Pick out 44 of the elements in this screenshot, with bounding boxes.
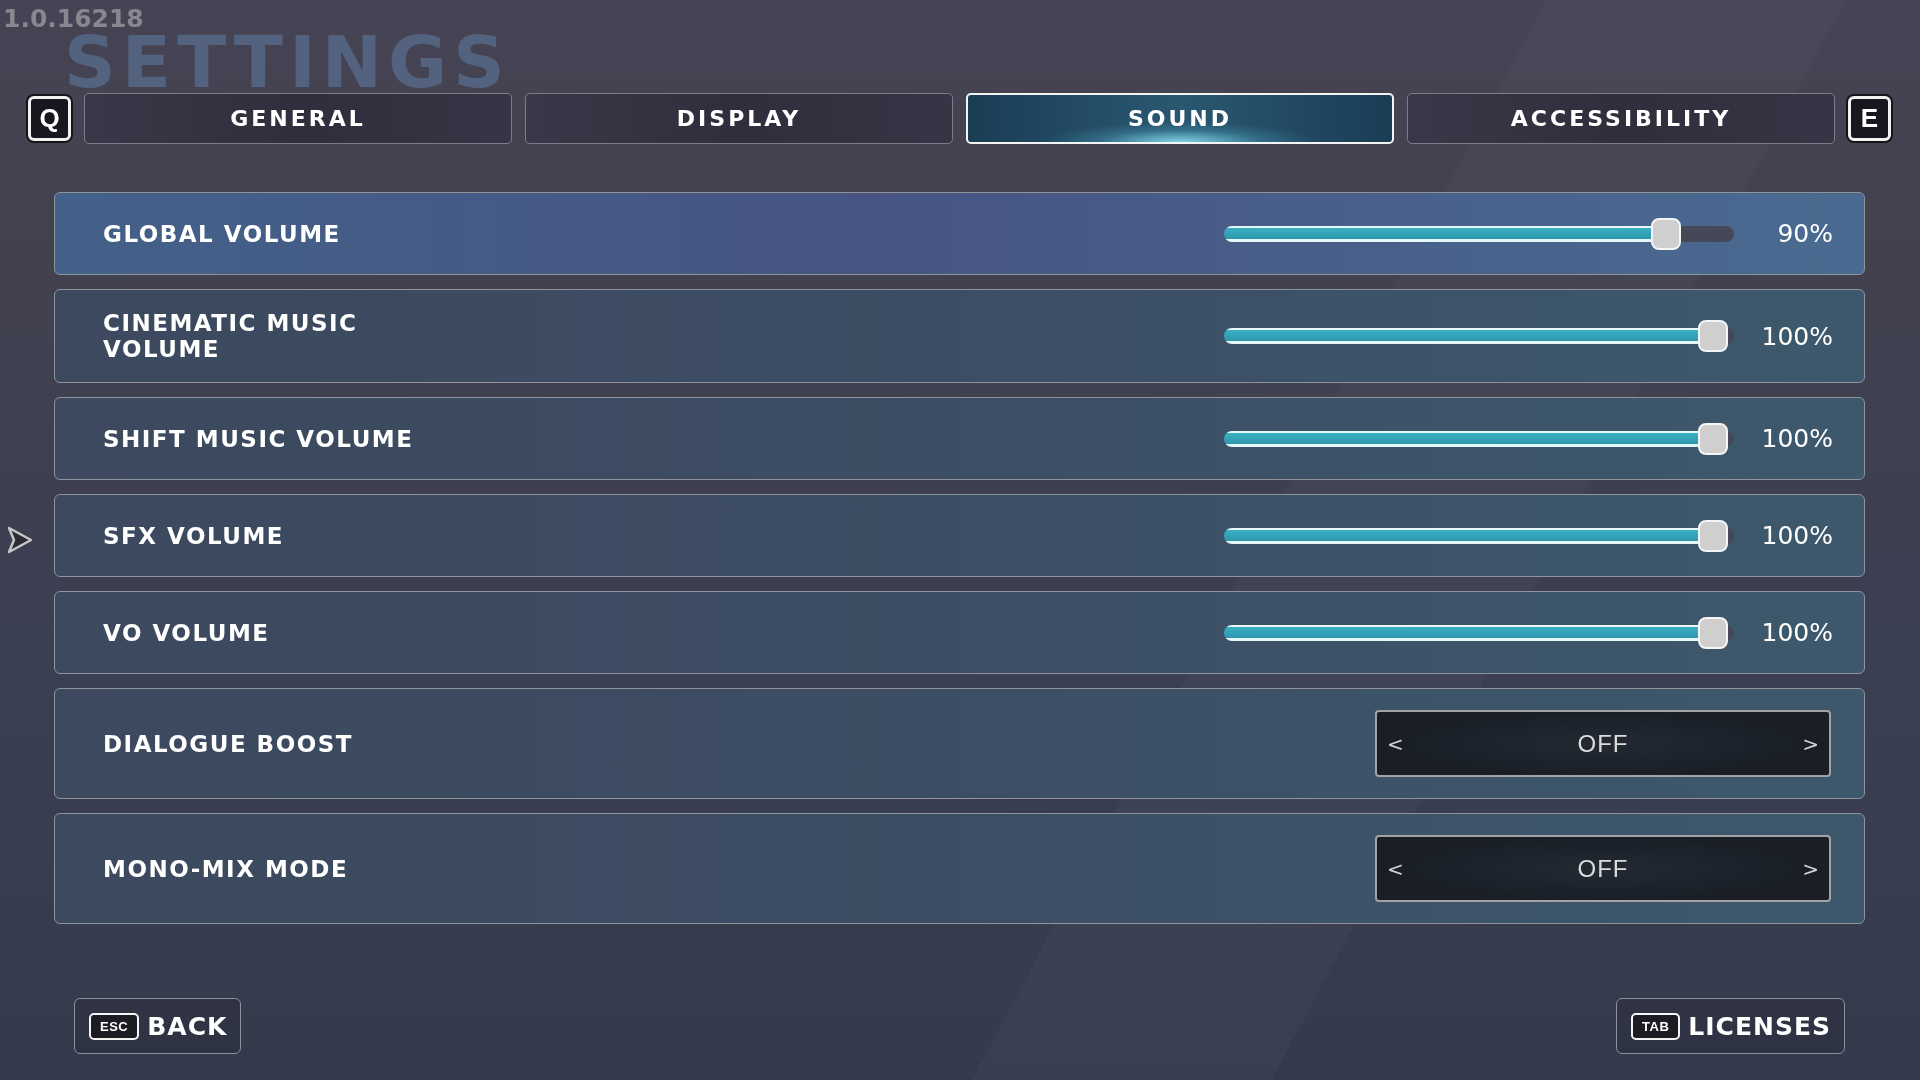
licenses-button[interactable]: TAB LICENSES <box>1616 998 1845 1054</box>
previous-option-button[interactable]: < <box>1387 856 1404 881</box>
setting-label: SHIFT MUSIC VOLUME <box>103 425 415 452</box>
keycap: E <box>1848 96 1891 141</box>
cursor-icon <box>7 526 33 554</box>
tab[interactable]: DISPLAY <box>525 93 953 144</box>
slider-thumb[interactable] <box>1698 519 1728 552</box>
setting-row[interactable]: MONO-MIX MODE < OFF > <box>54 813 1865 924</box>
volume-value: 90% <box>1776 219 1833 248</box>
next-option-button[interactable]: > <box>1802 731 1819 756</box>
volume-value: 100% <box>1760 424 1833 453</box>
keycap: TAB <box>1631 1012 1681 1040</box>
setting-row[interactable]: VO VOLUME 100% <box>54 591 1865 674</box>
volume-value: 100% <box>1760 618 1833 647</box>
option-selector[interactable]: < OFF > <box>1375 835 1831 902</box>
option-value: OFF <box>1577 729 1629 758</box>
setting-row[interactable]: SFX VOLUME 100% <box>54 494 1865 577</box>
setting-label: MONO-MIX MODE <box>103 855 350 882</box>
slider-thumb[interactable] <box>1698 422 1728 455</box>
setting-label: CINEMATIC MUSIC VOLUME <box>103 310 359 362</box>
setting-row[interactable]: GLOBAL VOLUME 90% <box>54 192 1865 275</box>
setting-row[interactable]: DIALOGUE BOOST < OFF > <box>54 688 1865 799</box>
version-number: 1.0.16218 <box>2 3 144 33</box>
tab[interactable]: GENERAL <box>84 93 512 144</box>
keycap: ESC <box>89 1012 140 1040</box>
previous-option-button[interactable]: < <box>1387 731 1404 756</box>
setting-row[interactable]: SHIFT MUSIC VOLUME 100% <box>54 397 1865 480</box>
slider-thumb[interactable] <box>1651 217 1682 250</box>
slider-thumb[interactable] <box>1698 320 1728 352</box>
next-option-button[interactable]: > <box>1802 856 1819 881</box>
setting-label: GLOBAL VOLUME <box>103 220 342 247</box>
setting-label: DIALOGUE BOOST <box>103 730 354 757</box>
volume-value: 100% <box>1760 521 1833 550</box>
tab[interactable]: ACCESSIBILITY <box>1407 93 1835 144</box>
option-selector[interactable]: < OFF > <box>1375 710 1831 777</box>
back-button[interactable]: ESC BACK <box>74 998 242 1054</box>
option-value: OFF <box>1577 854 1629 883</box>
setting-row[interactable]: CINEMATIC MUSIC VOLUME 100% <box>54 289 1865 383</box>
setting-label: SFX VOLUME <box>103 522 286 549</box>
slider-thumb[interactable] <box>1698 616 1728 649</box>
tab[interactable]: SOUND <box>966 93 1394 144</box>
volume-value: 100% <box>1760 321 1833 351</box>
setting-label: VO VOLUME <box>103 619 271 646</box>
keycap: Q <box>28 96 71 141</box>
